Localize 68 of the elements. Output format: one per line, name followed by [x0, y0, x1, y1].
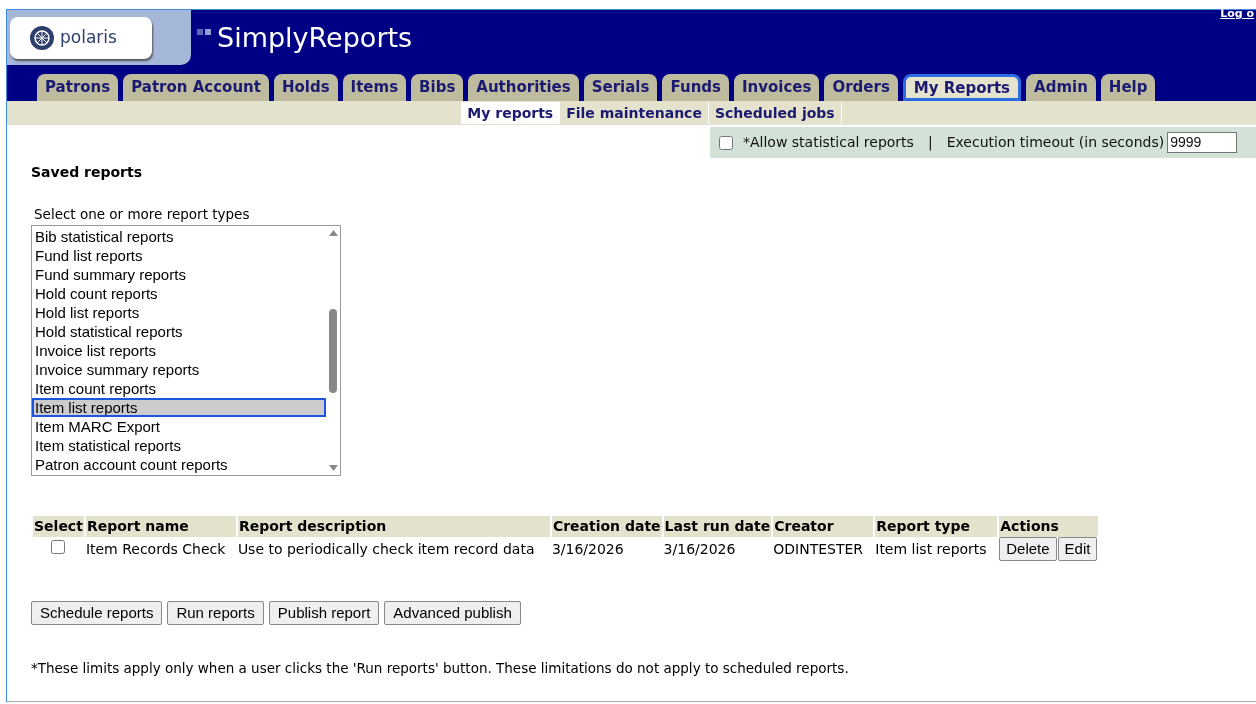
scroll-thumb[interactable]	[329, 308, 337, 393]
column-header: Actions	[999, 516, 1099, 538]
timeout-label: Execution timeout (in seconds)	[946, 133, 1165, 152]
subnav-link[interactable]: File maintenance	[560, 102, 709, 124]
action-button[interactable]: Publish report	[268, 601, 380, 626]
logout-link[interactable]: Log o	[1220, 6, 1254, 23]
report-type-option[interactable]: Fund summary reports	[32, 265, 326, 285]
nav-tab[interactable]: Authorities	[468, 74, 579, 101]
report-type-option[interactable]: Hold statistical reports	[32, 322, 326, 342]
table-cell-text: Use to periodically check item record data	[237, 539, 536, 559]
nav-tab[interactable]: Funds	[662, 74, 729, 101]
nav-tab[interactable]: Admin	[1026, 74, 1096, 101]
report-type-option[interactable]: Item list reports	[32, 398, 326, 418]
column-header: Creator	[773, 516, 874, 538]
table-cell-text: Item list reports	[875, 539, 988, 559]
nav-tab[interactable]: Serials	[583, 74, 658, 101]
subnav-link[interactable]: My reports	[461, 102, 561, 124]
report-type-option[interactable]: Fund list reports	[32, 246, 326, 266]
nav-tab[interactable]: Bibs	[411, 74, 464, 101]
nav-tab[interactable]: Invoices	[734, 74, 820, 101]
table-cell-text: Item Records Check	[85, 539, 227, 559]
delete-button[interactable]: Delete	[999, 537, 1057, 562]
row-checkbox[interactable]	[51, 539, 66, 554]
logo-button[interactable]: polaris	[10, 16, 152, 59]
action-button[interactable]: Run reports	[167, 601, 264, 626]
list-label: Select one or more report types	[34, 205, 251, 224]
report-type-option[interactable]: Invoice summary reports	[32, 360, 326, 380]
wheel-icon	[30, 25, 54, 50]
column-header: Report description	[237, 516, 550, 538]
logo-text: polaris	[60, 25, 117, 49]
nav-tab[interactable]: Orders	[824, 74, 898, 101]
column-header: Select	[33, 516, 84, 538]
report-type-option[interactable]: Item statistical reports	[32, 436, 326, 456]
nav-tab[interactable]: Patron Account	[123, 74, 269, 101]
report-type-option[interactable]: Bib statistical reports	[32, 227, 326, 247]
column-header: Report name	[85, 516, 236, 538]
table-cell-text: 3/16/2026	[663, 539, 737, 559]
column-header: Last run date	[663, 516, 772, 538]
report-type-option[interactable]: Hold count reports	[32, 284, 326, 304]
action-button[interactable]: Schedule reports	[31, 601, 163, 626]
footnote: *These limits apply only when a user clicks the 'Run reports' button. These limitations do not apply to scheduled reports.	[31, 659, 850, 679]
edit-button[interactable]: Edit	[1057, 537, 1098, 562]
dots-icon	[197, 29, 211, 35]
nav-tab[interactable]: Items	[342, 74, 407, 101]
nav-tab[interactable]: Help	[1100, 74, 1156, 101]
table-cell-text: ODINTESTER	[773, 539, 865, 559]
action-button[interactable]: Advanced publish	[384, 601, 521, 626]
report-type-option[interactable]: Item MARC Export	[32, 417, 326, 437]
table-cell-text: 3/16/2026	[551, 539, 625, 559]
statistical-checkbox[interactable]	[719, 135, 733, 150]
report-type-option[interactable]: Patron account count reports	[32, 455, 326, 475]
scroll-down-icon	[328, 465, 338, 472]
subnav-link[interactable]: Scheduled jobs	[708, 102, 842, 124]
section-title: Saved reports	[31, 163, 143, 182]
nav-tab[interactable]: Holds	[273, 74, 338, 101]
statistical-label: *Allow statistical reports	[743, 133, 914, 152]
report-type-option[interactable]: Hold list reports	[32, 303, 326, 323]
column-header: Creation date	[551, 516, 662, 538]
column-header: Report type	[875, 516, 998, 538]
nav-tab[interactable]: My Reports	[902, 74, 1022, 101]
report-type-option[interactable]: Invoice list reports	[32, 341, 326, 361]
scroll-up-icon	[328, 230, 338, 237]
timeout-field[interactable]: 9999	[1167, 132, 1238, 153]
nav-tab[interactable]: Patrons	[37, 74, 119, 101]
report-type-option[interactable]: Item count reports	[32, 379, 326, 399]
report-type-listbox[interactable]	[31, 225, 341, 477]
app-title: SimplyReports	[217, 21, 413, 55]
separator: |	[927, 133, 933, 153]
